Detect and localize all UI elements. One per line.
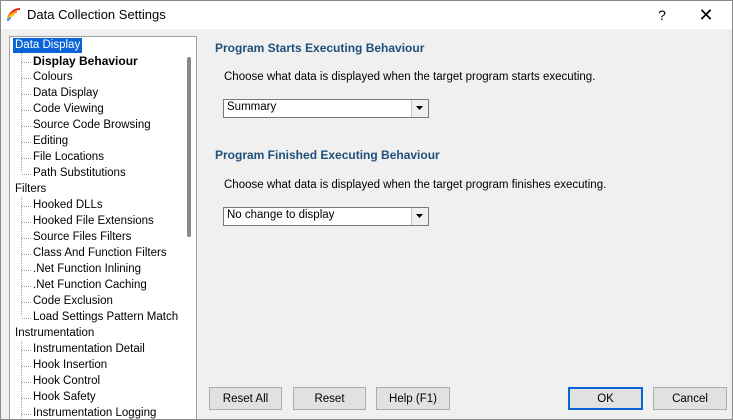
window-title: Data Collection Settings (27, 7, 166, 22)
start-behaviour-description: Choose what data is displayed when the t… (224, 71, 596, 83)
title-bar: Data Collection Settings ? ✕ (1, 1, 732, 29)
finish-behaviour-value: No change to display (227, 209, 335, 221)
start-behaviour-heading: Program Starts Executing Behaviour (215, 41, 425, 55)
tree-item[interactable]: Hooked DLLs (33, 198, 103, 213)
reset-button[interactable]: Reset (293, 387, 366, 410)
settings-tree[interactable]: Data Display Display Behaviour Colours Data… (9, 36, 197, 419)
tree-item[interactable]: Instrumentation Detail (33, 342, 145, 357)
tree-item[interactable]: Filters (13, 182, 48, 197)
tree-scrollbar[interactable] (186, 37, 194, 419)
tree-item[interactable]: Editing (33, 134, 68, 149)
finish-behaviour-description: Choose what data is displayed when the t… (224, 179, 607, 191)
app-logo-icon (7, 8, 21, 22)
tree-item[interactable]: Data Display (13, 38, 83, 53)
start-behaviour-value: Summary (227, 101, 277, 113)
tree-scrollbar-thumb[interactable] (187, 57, 191, 237)
chevron-down-icon (416, 214, 423, 218)
tree-item[interactable]: Source Files Filters (33, 230, 131, 245)
tree-item[interactable]: Code Viewing (33, 102, 104, 117)
start-behaviour-select[interactable]: Summary (223, 99, 429, 118)
finish-behaviour-dropdown-button[interactable] (411, 208, 428, 225)
tree-item[interactable]: Hook Safety (33, 390, 96, 405)
start-behaviour-dropdown-button[interactable] (411, 100, 428, 117)
tree-item[interactable]: Hook Insertion (33, 358, 107, 373)
tree-item[interactable]: Source Code Browsing (33, 118, 151, 133)
tree-item[interactable]: Display Behaviour (33, 54, 138, 69)
tree-item[interactable]: Load Settings Pattern Match (33, 310, 178, 325)
tree-item[interactable]: Data Display (33, 86, 98, 101)
help-button[interactable]: Help (F1) (376, 387, 450, 410)
tree-item[interactable]: Instrumentation (13, 326, 96, 341)
settings-dialog: Data Collection Settings ? ✕ Data Displa… (0, 0, 733, 420)
tree-item[interactable]: Class And Function Filters (33, 246, 167, 261)
help-title-button[interactable]: ? (644, 1, 680, 29)
finish-behaviour-select[interactable]: No change to display (223, 207, 429, 226)
tree-item[interactable]: Hooked File Extensions (33, 214, 154, 229)
chevron-down-icon (416, 106, 423, 110)
tree-item[interactable]: File Locations (33, 150, 104, 165)
tree-item[interactable]: Code Exclusion (33, 294, 113, 309)
cancel-button[interactable]: Cancel (653, 387, 727, 410)
tree-item[interactable]: Path Substitutions (33, 166, 126, 181)
tree-item[interactable]: .Net Function Caching (33, 278, 147, 293)
tree-item[interactable]: .Net Function Inlining (33, 262, 141, 277)
tree-item[interactable]: Colours (33, 70, 73, 85)
reset-all-button[interactable]: Reset All (209, 387, 282, 410)
tree-item[interactable]: Hook Control (33, 374, 100, 389)
ok-button[interactable]: OK (568, 387, 643, 410)
close-button[interactable]: ✕ (688, 1, 724, 29)
tree-item[interactable]: Instrumentation Logging (33, 406, 156, 419)
finish-behaviour-heading: Program Finished Executing Behaviour (215, 148, 440, 162)
